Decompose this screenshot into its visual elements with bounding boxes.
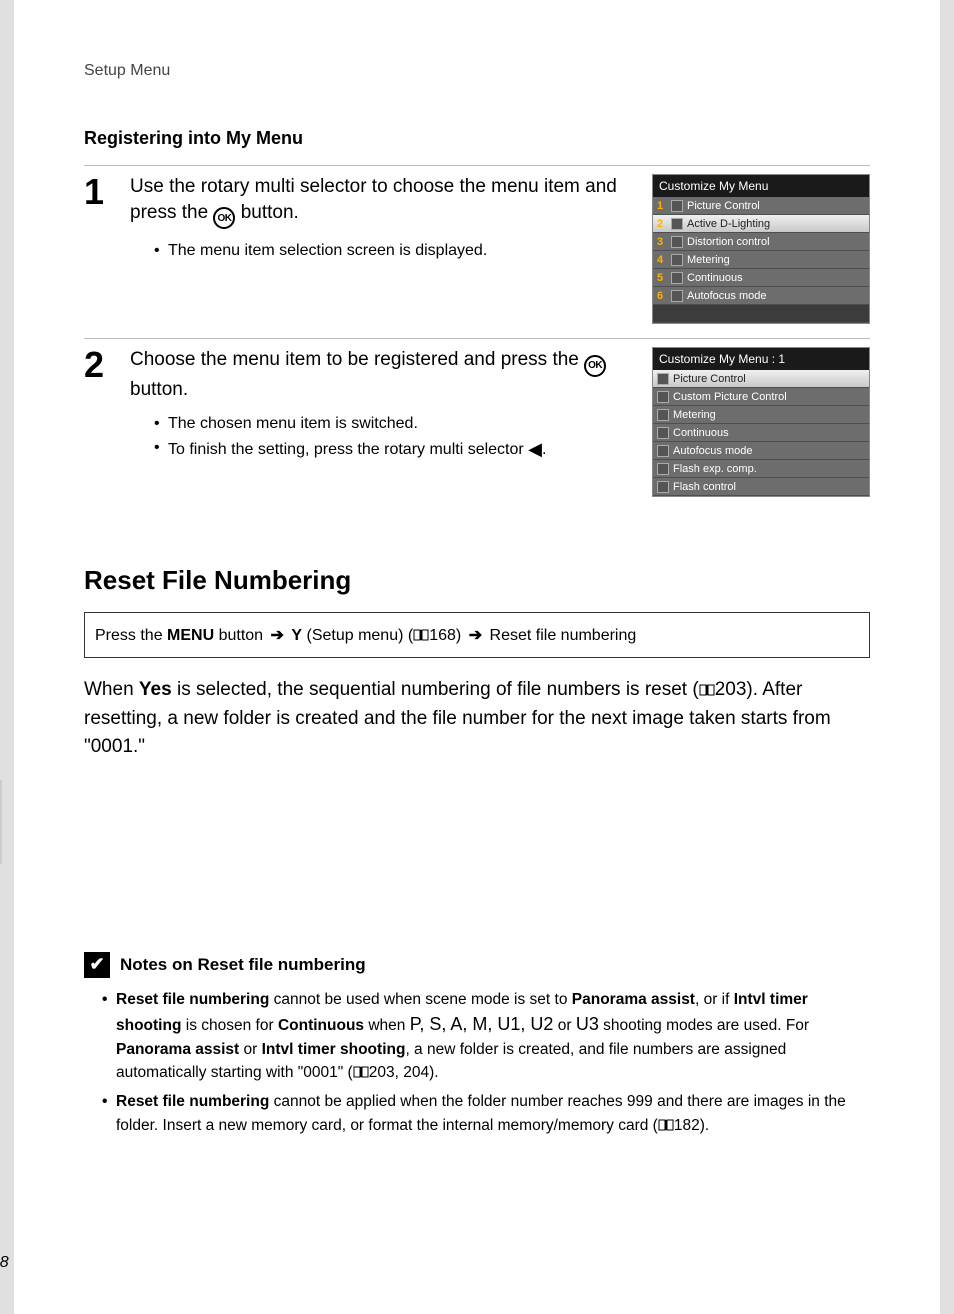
- menu-item: 5Continuous: [653, 269, 869, 287]
- note-item: Reset file numbering cannot be applied w…: [102, 1090, 870, 1137]
- step-bullet: The chosen menu item is switched.: [154, 412, 642, 436]
- menu-item: Picture Control: [653, 370, 869, 388]
- book-ref-icon: [413, 628, 429, 640]
- step-bullet: To finish the setting, press the rotary …: [154, 436, 642, 463]
- camera-menu-screenshot-2: Customize My Menu : 1 Picture ControlCus…: [652, 347, 870, 497]
- manual-page: Basic Camera Setup 188 Setup Menu Regist…: [14, 0, 940, 1314]
- arrow-right-icon: ➔: [466, 627, 485, 644]
- check-note-icon: ✔: [84, 952, 110, 978]
- book-ref-icon: [699, 677, 715, 689]
- menu-item: 2Active D-Lighting: [653, 215, 869, 233]
- left-arrow-icon: ◀: [528, 436, 542, 463]
- menu-item: 1Picture Control: [653, 197, 869, 215]
- ok-button-icon: OK: [584, 355, 606, 377]
- menu-title: Customize My Menu : 1: [653, 348, 869, 370]
- menu-item: Flash control: [653, 478, 869, 496]
- menu-item: Custom Picture Control: [653, 388, 869, 406]
- book-ref-icon: [353, 1062, 369, 1074]
- menu-item: 4Metering: [653, 251, 869, 269]
- page-header: Setup Menu: [84, 62, 870, 80]
- page-number: 188: [0, 1254, 9, 1272]
- menu-item: 6Autofocus mode: [653, 287, 869, 305]
- menu-item: Continuous: [653, 424, 869, 442]
- side-thumb-tab: [0, 780, 2, 864]
- step-instruction: Choose the menu item to be registered an…: [130, 347, 642, 402]
- step-2: 2 Choose the menu item to be registered …: [84, 339, 870, 497]
- menu-button-label: MENU: [167, 627, 214, 644]
- menu-item: Autofocus mode: [653, 442, 869, 460]
- ok-button-icon: OK: [213, 207, 235, 229]
- menu-item: Metering: [653, 406, 869, 424]
- notes-block: ✔ Notes on Reset file numbering Reset fi…: [84, 952, 870, 1137]
- step-bullet: The menu item selection screen is displa…: [154, 239, 642, 263]
- menu-item: 3Distortion control: [653, 233, 869, 251]
- step-number: 1: [84, 174, 130, 324]
- note-item: Reset file numbering cannot be used when…: [102, 988, 870, 1085]
- step-1: 1 Use the rotary multi selector to choos…: [84, 165, 870, 324]
- arrow-right-icon: ➔: [268, 627, 287, 644]
- subheading-registering: Registering into My Menu: [84, 128, 870, 149]
- camera-menu-screenshot-1: Customize My Menu 1Picture Control2Activ…: [652, 174, 870, 324]
- menu-title: Customize My Menu: [653, 175, 869, 197]
- heading-reset-file-numbering: Reset File Numbering: [84, 565, 870, 596]
- wrench-icon: Y: [291, 627, 302, 645]
- body-paragraph: When Yes is selected, the sequential num…: [84, 676, 870, 762]
- book-ref-icon: [658, 1115, 674, 1127]
- menu-item: Flash exp. comp.: [653, 460, 869, 478]
- navigation-path: Press the MENU button ➔ Y (Setup menu) (…: [84, 612, 870, 658]
- step-instruction: Use the rotary multi selector to choose …: [130, 174, 642, 229]
- notes-title: Notes on Reset file numbering: [120, 955, 366, 975]
- step-number: 2: [84, 347, 130, 497]
